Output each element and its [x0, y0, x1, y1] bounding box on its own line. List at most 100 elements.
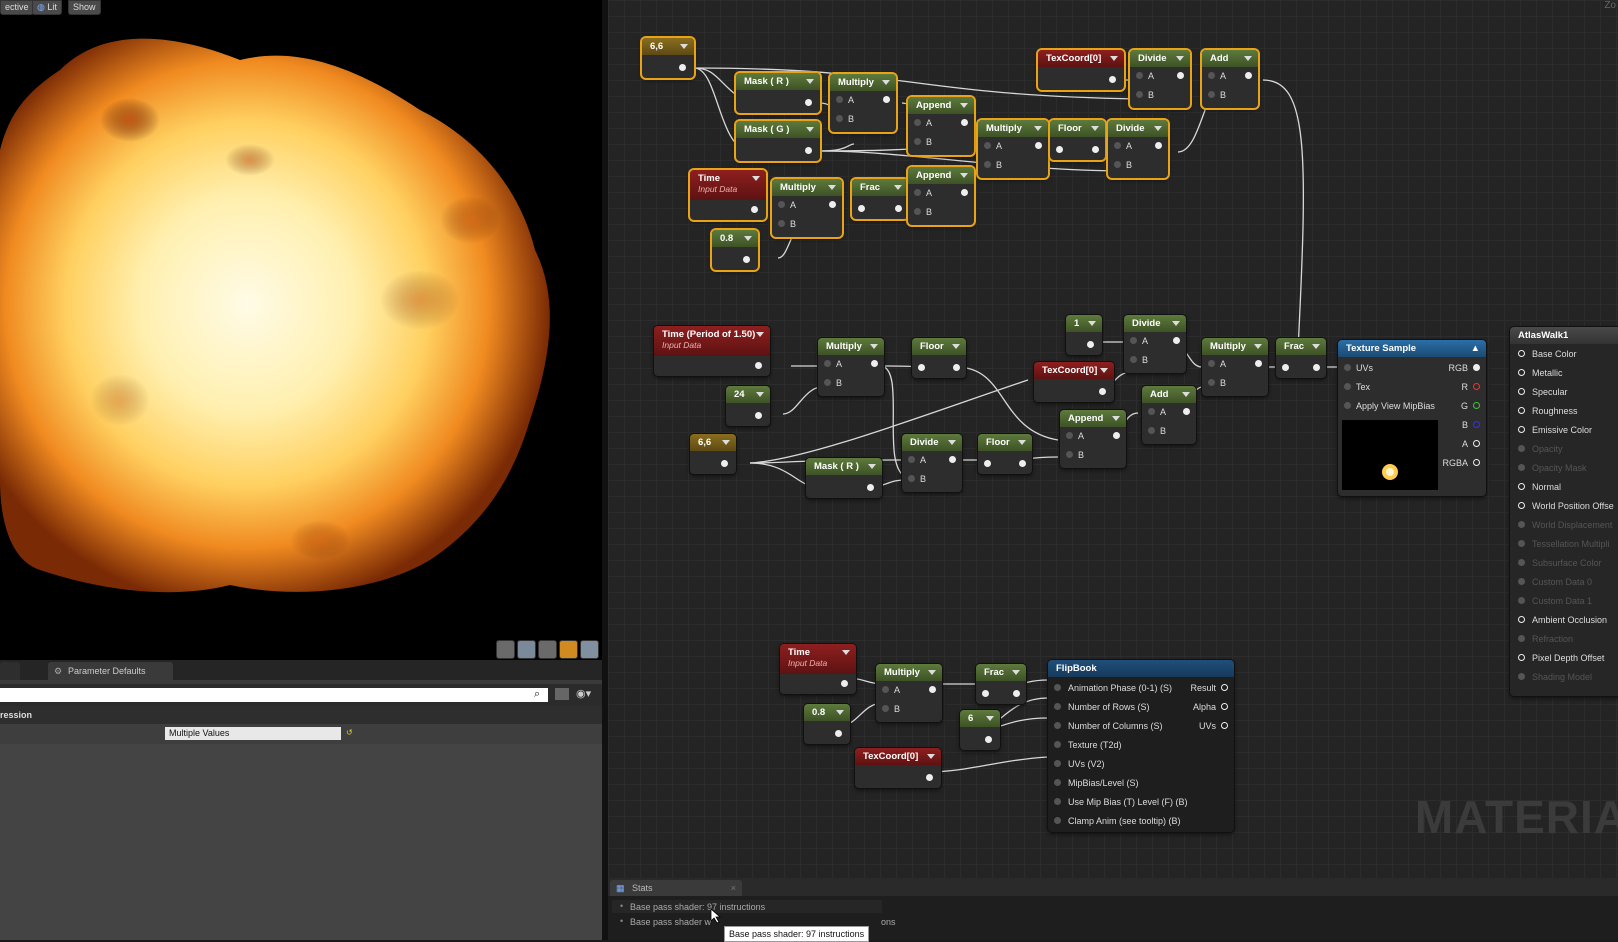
- divide4-node[interactable]: Divide A B: [902, 434, 962, 492]
- input-pin-a[interactable]: [778, 201, 785, 208]
- output-pin[interactable]: [1255, 360, 1262, 367]
- input-pin-a[interactable]: [1136, 72, 1143, 79]
- texcoord1-node[interactable]: TexCoord[0]: [1038, 50, 1124, 90]
- search-icon[interactable]: ⌕: [534, 688, 540, 701]
- grid-view-icon[interactable]: [555, 688, 569, 700]
- chevron-down-icon[interactable]: [744, 236, 752, 241]
- output-pin[interactable]: [1473, 402, 1480, 409]
- material-graph[interactable]: 6,6 Mask ( R ) Mask ( G ) Multiply A B Append A…: [608, 0, 1618, 878]
- output-pin[interactable]: [1177, 72, 1184, 79]
- const08a-node[interactable]: 0.8: [712, 230, 758, 270]
- chevron-down-icon[interactable]: [960, 173, 968, 178]
- input-pin[interactable]: [1054, 779, 1061, 786]
- chevron-down-icon[interactable]: [1244, 56, 1252, 61]
- mult2-node[interactable]: Multiply A B: [978, 120, 1048, 178]
- output-pin[interactable]: [805, 147, 812, 154]
- input-pin-a[interactable]: [836, 96, 843, 103]
- chevron-down-icon[interactable]: [1091, 126, 1099, 131]
- chevron-down-icon[interactable]: [756, 392, 764, 397]
- output-pin[interactable]: [895, 205, 902, 212]
- texcoord2-node[interactable]: TexCoord[0]: [1034, 362, 1114, 402]
- frac2-node[interactable]: Frac: [1276, 338, 1326, 378]
- output-pin[interactable]: [835, 730, 842, 737]
- chevron-down-icon[interactable]: [722, 440, 730, 445]
- output-pin[interactable]: [953, 364, 960, 371]
- const1-node[interactable]: 1: [1066, 315, 1102, 355]
- output-pin[interactable]: [829, 201, 836, 208]
- append1-node[interactable]: Append A B: [908, 97, 974, 155]
- chevron-down-icon[interactable]: [927, 754, 935, 759]
- texcoord3-node[interactable]: TexCoord[0]: [855, 748, 941, 788]
- time3-node[interactable]: Time Input Data: [780, 644, 856, 694]
- chevron-down-icon[interactable]: [948, 440, 956, 445]
- add1-node[interactable]: Add A B: [1202, 50, 1258, 108]
- mult4-node[interactable]: Multiply A B: [818, 338, 884, 396]
- chevron-down-icon[interactable]: [1034, 126, 1042, 131]
- output-pin[interactable]: [961, 189, 968, 196]
- plane-icon[interactable]: [538, 640, 557, 659]
- frac3-node[interactable]: Frac: [976, 664, 1026, 704]
- chevron-down-icon[interactable]: [1112, 416, 1120, 421]
- chevron-down-icon[interactable]: [1176, 56, 1184, 61]
- output-pin[interactable]: [1221, 722, 1228, 729]
- chevron-down-icon[interactable]: [928, 670, 936, 675]
- chevron-down-icon[interactable]: [960, 103, 968, 108]
- chevron-down-icon[interactable]: [868, 464, 876, 469]
- input-pin-a[interactable]: [984, 142, 991, 149]
- chevron-down-icon[interactable]: [894, 185, 902, 190]
- input-pin-a[interactable]: [1130, 337, 1137, 344]
- output-pin[interactable]: [1473, 383, 1480, 390]
- mult6-node[interactable]: Multiply A B: [876, 664, 942, 722]
- input-pin[interactable]: [1518, 616, 1525, 623]
- output-pin[interactable]: [1013, 690, 1020, 697]
- close-icon[interactable]: ×: [731, 880, 736, 896]
- output-pin[interactable]: [721, 460, 728, 467]
- input-pin-a[interactable]: [1208, 72, 1215, 79]
- output-pin[interactable]: [1473, 440, 1480, 447]
- chevron-down-icon[interactable]: [882, 80, 890, 85]
- chevron-down-icon[interactable]: [842, 650, 850, 655]
- output-pin[interactable]: [883, 96, 890, 103]
- output-pin[interactable]: [1173, 337, 1180, 344]
- chevron-down-icon[interactable]: [1100, 368, 1108, 373]
- output-pin[interactable]: [1183, 408, 1190, 415]
- input-pin[interactable]: [1282, 364, 1289, 371]
- input-pin-a[interactable]: [914, 119, 921, 126]
- output-pin[interactable]: [1092, 146, 1099, 153]
- input-pin-b[interactable]: [1136, 91, 1143, 98]
- cube-icon[interactable]: [559, 640, 578, 659]
- input-pin-b[interactable]: [778, 220, 785, 227]
- const6-node[interactable]: 6: [960, 710, 1000, 750]
- mult1-node[interactable]: Multiply A B: [830, 74, 896, 132]
- output-pin[interactable]: [871, 360, 878, 367]
- floor3-node[interactable]: Floor: [978, 434, 1032, 474]
- input-pin-b[interactable]: [914, 138, 921, 145]
- input-pin[interactable]: [1344, 383, 1351, 390]
- output-pin[interactable]: [755, 362, 762, 369]
- input-pin-b[interactable]: [914, 208, 921, 215]
- chevron-down-icon[interactable]: [680, 44, 688, 49]
- output-pin[interactable]: [1245, 72, 1252, 79]
- output-pin[interactable]: [743, 256, 750, 263]
- input-pin[interactable]: [1518, 654, 1525, 661]
- output-pin[interactable]: [1313, 364, 1320, 371]
- input-pin[interactable]: [1054, 798, 1061, 805]
- reset-icon[interactable]: ↺: [346, 728, 353, 737]
- input-pin-a[interactable]: [1208, 360, 1215, 367]
- chevron-down-icon[interactable]: [870, 344, 878, 349]
- preview-viewport[interactable]: ective ◍ Lit Show: [0, 0, 602, 660]
- input-pin[interactable]: [1518, 350, 1525, 357]
- input-pin-b[interactable]: [1148, 427, 1155, 434]
- timePeriod-node[interactable]: Time (Period of 1.50) Input Data: [654, 326, 770, 376]
- output-pin[interactable]: [751, 206, 758, 213]
- output-pin[interactable]: [961, 119, 968, 126]
- divide1-node[interactable]: Divide A B: [1108, 120, 1168, 178]
- input-pin[interactable]: [1518, 502, 1525, 509]
- sphere-icon[interactable]: [517, 640, 536, 659]
- floor1-node[interactable]: Floor: [1050, 120, 1105, 160]
- chevron-down-icon[interactable]: [806, 79, 814, 84]
- const66b-node[interactable]: 6,6: [690, 434, 736, 474]
- output-pin[interactable]: [1473, 421, 1480, 428]
- chevron-down-icon[interactable]: [1018, 440, 1026, 445]
- chevron-down-icon[interactable]: [752, 176, 760, 181]
